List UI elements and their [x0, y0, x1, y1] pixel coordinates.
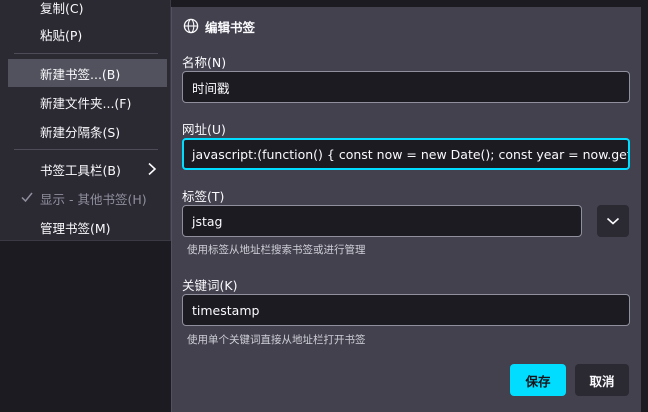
menu-item-bookmarks-toolbar[interactable]: 书签工具栏(B) — [8, 155, 167, 183]
tags-hint: 使用标签从地址栏搜索书签或进行管理 — [187, 244, 366, 256]
menu-separator — [14, 149, 158, 150]
name-label: 名称(N) — [182, 55, 227, 70]
menu-item-paste[interactable]: 粘贴(P) — [8, 20, 167, 48]
menu-item-label: 显示 - 其他书签(H) — [40, 191, 147, 207]
tags-input[interactable]: jstag — [182, 205, 582, 237]
menu-item-label: 复制(C) — [40, 0, 84, 16]
menu-item-label: 管理书签(M) — [40, 220, 111, 236]
globe-icon — [183, 18, 199, 34]
panel-title: 编辑书签 — [205, 19, 256, 35]
checkmark-icon — [21, 192, 33, 203]
keyword-label: 关键词(K) — [182, 278, 238, 293]
save-button[interactable]: 保存 — [510, 364, 566, 396]
menu-item-new-folder[interactable]: 新建文件夹...(F) — [8, 88, 167, 116]
cancel-button[interactable]: 取消 — [575, 364, 629, 396]
menu-item-new-bookmark[interactable]: 新建书签...(B) — [8, 59, 167, 87]
bookmark-context-menu: 复制(C) 粘贴(P) 新建书签...(B) 新建文件夹...(F) 新建分隔条… — [0, 0, 171, 241]
panel-header: 编辑书签 — [183, 17, 255, 35]
keyword-input[interactable]: timestamp — [182, 294, 630, 326]
menu-item-label: 新建文件夹...(F) — [40, 95, 132, 111]
menu-item-label: 新建分隔条(S) — [40, 124, 121, 140]
menu-item-manage-bookmarks[interactable]: 管理书签(M) — [8, 213, 167, 241]
tags-label: 标签(T) — [182, 189, 225, 204]
chevron-right-icon — [148, 162, 157, 176]
menu-item-copy[interactable]: 复制(C) — [8, 0, 167, 21]
menu-item-new-separator[interactable]: 新建分隔条(S) — [8, 117, 167, 145]
chevron-down-icon — [606, 217, 620, 225]
menu-item-label: 书签工具栏(B) — [40, 162, 121, 178]
menu-item-label: 粘贴(P) — [40, 27, 83, 43]
tags-dropdown-button[interactable] — [597, 205, 629, 237]
name-input[interactable]: 时间戳 — [182, 71, 630, 103]
menu-item-label: 新建书签...(B) — [40, 66, 121, 82]
menu-item-show-other-bookmarks[interactable]: 显示 - 其他书签(H) — [8, 184, 167, 212]
edit-bookmark-panel: 编辑书签 名称(N) 时间戳 网址(U) javascript:(functio… — [171, 7, 641, 412]
keyword-hint: 使用单个关键词直接从地址栏打开书签 — [187, 334, 366, 346]
menu-separator — [14, 53, 158, 54]
url-input[interactable]: javascript:(function() { const now = new… — [182, 138, 630, 170]
url-label: 网址(U) — [182, 122, 226, 137]
